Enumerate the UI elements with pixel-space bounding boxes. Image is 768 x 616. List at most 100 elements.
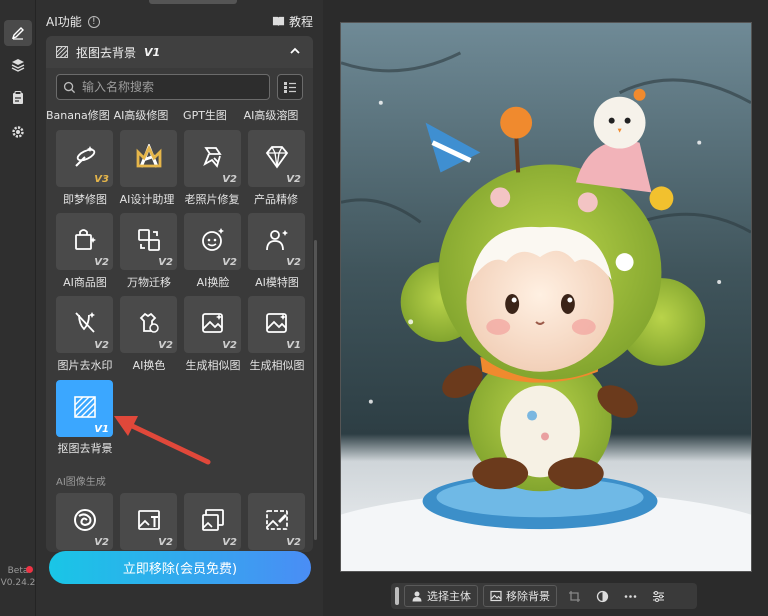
tool-label[interactable]: AI模特图 (246, 274, 308, 290)
brush-icon[interactable] (4, 20, 32, 46)
feature-card: 抠图去背景 V1 Banana修图 AI高级修图 GPT生图 AI高级溶图 V3… (46, 36, 313, 552)
recolor-icon (139, 312, 159, 333)
search-icon (63, 81, 76, 93)
version-badge: V2 (222, 257, 237, 268)
version-badge: V2 (222, 174, 237, 185)
diamond-icon (265, 146, 289, 169)
magic-wand-icon (75, 146, 96, 167)
section-label-image-generation: AI图像生成 (56, 477, 106, 488)
tool-ai-face-swap[interactable]: V2 (184, 213, 241, 270)
tool-label[interactable]: 万物迁移 (118, 274, 180, 290)
tool-gen-4[interactable]: V2 (248, 493, 305, 550)
tutorial-label: 教程 (288, 15, 313, 29)
more-icon[interactable] (619, 585, 641, 607)
image-frame-icon (202, 509, 224, 531)
layers-icon[interactable] (4, 52, 32, 78)
version-badge: V2 (222, 340, 237, 351)
panel-drag-bar[interactable] (149, 0, 237, 4)
image-toolbar: 选择主体 移除背景 (391, 583, 697, 609)
tool-jimeng-retouch[interactable]: V3 (56, 130, 113, 187)
ai-feature-panel: AI功能 ! 教程 抠图去背景 V1 Banana修图 AI高级修图 GPT生图… (36, 0, 323, 616)
feature-header[interactable]: 抠图去背景 V1 (46, 36, 313, 68)
image-icon (490, 590, 502, 602)
remove-background-button[interactable]: 移除背景 (483, 585, 557, 607)
cutout-icon (74, 396, 96, 418)
tool-gen-3[interactable]: V2 (184, 493, 241, 550)
annotation-arrow (114, 416, 211, 465)
crown-icon (136, 144, 162, 168)
tool-remove-watermark[interactable]: V2 (56, 296, 113, 353)
canvas-image[interactable] (340, 22, 752, 572)
tool-label[interactable]: 产品精修 (245, 191, 307, 207)
panel-title: AI功能 ! (46, 13, 100, 30)
tool-gen-1[interactable]: V2 (56, 493, 113, 550)
version-badge: V3 (94, 174, 109, 185)
version-badge: V2 (286, 257, 301, 268)
tool-label[interactable]: AI设计助理 (116, 191, 178, 207)
similar-image-icon (202, 313, 223, 333)
tool-object-transfer[interactable]: V2 (120, 213, 177, 270)
tool-label[interactable]: 老照片修复 (181, 191, 243, 207)
version-badge: V2 (158, 340, 173, 351)
tool-label[interactable]: GPT生图 (174, 107, 236, 123)
version-badge: V2 (158, 257, 173, 268)
tool-ai-model-image[interactable]: V2 (248, 213, 305, 270)
tool-label[interactable]: AI换色 (118, 357, 180, 373)
remove-background-label: 移除背景 (506, 590, 550, 603)
image-edit-icon (266, 510, 288, 530)
contrast-icon[interactable] (591, 585, 613, 607)
feature-header-version: V1 (144, 45, 161, 59)
version-number: V0.24.2 (0, 578, 36, 588)
version-badge: V2 (286, 174, 301, 185)
person-icon (412, 591, 422, 602)
left-toolbar: Beta V0.24.2 (0, 0, 36, 616)
model-icon (266, 230, 288, 251)
info-icon[interactable]: ! (87, 15, 100, 28)
beta-badge (26, 566, 33, 573)
settings-icon[interactable] (4, 119, 32, 145)
transfer-icon (138, 229, 160, 251)
tool-label[interactable]: 图片去水印 (54, 357, 116, 373)
version-badge: V2 (158, 537, 173, 548)
face-swap-icon (202, 228, 224, 251)
tool-generate-similar[interactable]: V2 (184, 296, 241, 353)
tool-gen-2[interactable]: V2 (120, 493, 177, 550)
select-subject-button[interactable]: 选择主体 (404, 585, 478, 607)
feature-header-label: 抠图去背景 (76, 45, 137, 60)
watermark-remove-icon (75, 312, 95, 333)
panel-scrollbar[interactable] (314, 240, 317, 540)
version-badge: V1 (286, 340, 301, 351)
version-badge: V2 (286, 537, 301, 548)
shopping-bag-icon (75, 229, 96, 250)
tool-label[interactable]: AI商品图 (54, 274, 116, 290)
photo-repair-icon (203, 147, 222, 168)
list-icon (284, 82, 296, 93)
tutorial-link[interactable]: 教程 (272, 13, 313, 30)
version-badge: V2 (94, 257, 109, 268)
toolbar-drag-handle[interactable] (395, 587, 399, 605)
tool-label[interactable]: 生成相似图 (182, 357, 244, 373)
clipboard-icon[interactable] (4, 85, 32, 111)
tool-label[interactable]: AI高级溶图 (240, 107, 302, 123)
tool-label[interactable]: 即梦修图 (54, 191, 116, 207)
crop-icon[interactable] (563, 585, 585, 607)
tool-old-photo-repair[interactable]: V2 (184, 130, 241, 187)
tool-label[interactable]: AI换脸 (182, 274, 244, 290)
cutout-icon (56, 46, 68, 58)
tool-ai-design-assistant[interactable] (120, 130, 177, 187)
tool-ai-product-image[interactable]: V2 (56, 213, 113, 270)
version-badge: V2 (94, 537, 109, 548)
chevron-up-icon[interactable] (289, 45, 301, 57)
list-view-button[interactable] (277, 74, 303, 100)
remove-now-button[interactable]: 立即移除(会员免费) (49, 551, 311, 584)
version-badge: V2 (94, 340, 109, 351)
tool-label[interactable]: 生成相似图 (246, 357, 308, 373)
search-box[interactable] (56, 74, 270, 100)
tool-ai-recolor[interactable]: V2 (120, 296, 177, 353)
tool-product-retouch[interactable]: V2 (248, 130, 305, 187)
search-input[interactable] (82, 80, 262, 94)
tool-generate-similar-v1[interactable]: V1 (248, 296, 305, 353)
tool-label[interactable]: Banana修图 (46, 107, 110, 123)
tool-label[interactable]: AI高级修图 (110, 107, 172, 123)
adjust-sliders-icon[interactable] (647, 585, 669, 607)
